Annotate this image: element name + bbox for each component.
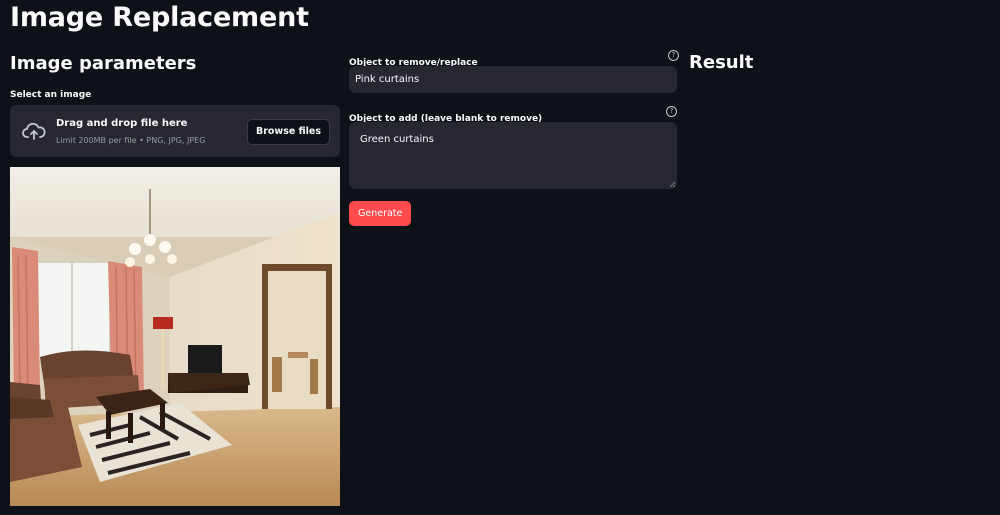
image-parameters-heading: Image parameters [10,53,197,74]
dropzone-title: Drag and drop file here [56,118,188,129]
generate-button[interactable]: Generate [349,201,412,226]
cloud-upload-icon [22,121,46,141]
browse-files-button[interactable]: Browse files [246,119,330,145]
file-uploader-dropzone[interactable]: Drag and drop file here Limit 200MB per … [10,105,340,157]
select-image-label: Select an image [10,90,92,100]
dropzone-limit-text: Limit 200MB per file • PNG, JPG, JPEG [56,136,206,145]
app-title: Image Replacement [10,2,309,33]
image-parameters-panel: Image parameters Select an image Drag an… [10,52,340,506]
app-page: Image Replacement Image parameters Selec… [0,0,1000,515]
object-to-add-textarea[interactable]: Green curtains [349,122,677,189]
help-icon[interactable]: ? [668,50,679,61]
help-icon[interactable]: ? [666,106,677,117]
replacement-form: Object to remove/replace ? Pink curtains… [349,50,679,226]
add-field-label-row: Object to add (leave blank to remove) ? [349,106,677,124]
resize-handle-icon[interactable] [669,181,675,187]
uploaded-image-preview [10,167,340,506]
result-heading: Result [689,52,754,73]
object-to-add-value: Green curtains [360,134,434,145]
remove-field-label-row: Object to remove/replace ? [349,50,679,68]
object-to-remove-input[interactable]: Pink curtains [349,66,677,93]
